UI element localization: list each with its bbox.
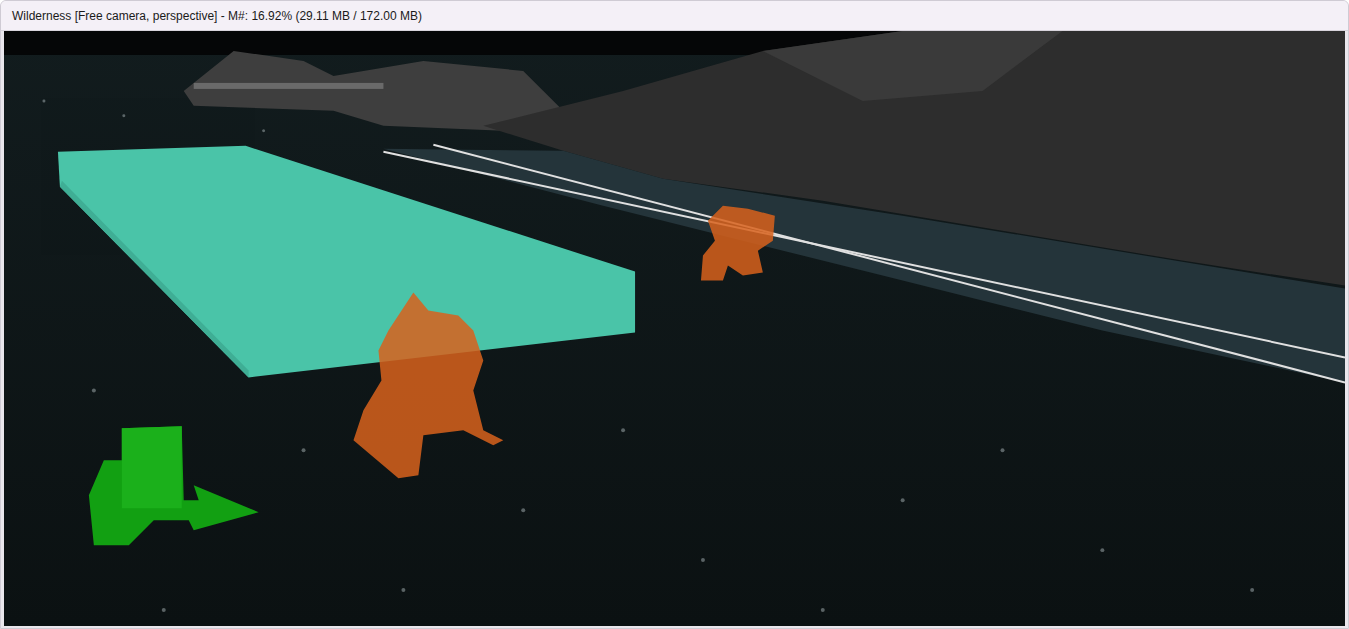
trigger-box [58, 146, 635, 378]
spawn-marker [89, 426, 259, 545]
viewport[interactable] [4, 31, 1345, 626]
scene[interactable] [4, 31, 1345, 626]
title-bar[interactable]: Wilderness [Free camera, perspective] - … [1, 1, 1348, 31]
rocks [184, 51, 563, 131]
editor-window: Wilderness [Free camera, perspective] - … [0, 0, 1349, 629]
window-title: Wilderness [Free camera, perspective] - … [12, 8, 422, 24]
creature-marker [353, 206, 774, 479]
